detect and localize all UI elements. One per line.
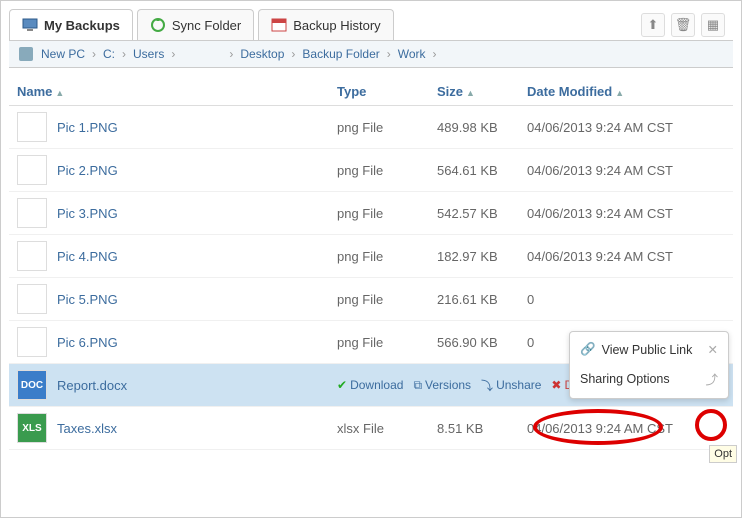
- crumb[interactable]: Backup Folder: [302, 47, 379, 61]
- col-header-name[interactable]: Name▲: [17, 84, 337, 99]
- upload-button[interactable]: ⬆: [641, 13, 665, 37]
- view-public-link[interactable]: 🔗 View Public Link ✕: [570, 336, 728, 363]
- table-row[interactable]: Pic 4.PNG png File 182.97 KB 04/06/2013 …: [9, 235, 733, 278]
- sort-asc-icon: ▲: [466, 88, 475, 98]
- file-name: Pic 4.PNG: [57, 249, 118, 264]
- file-date: 04/06/2013 9:24 AM CST: [527, 206, 725, 221]
- trash-icon: 🗑: [675, 17, 692, 33]
- tab-label: My Backups: [44, 18, 120, 33]
- copy-icon: ⧉: [413, 378, 422, 393]
- col-header-type[interactable]: Type: [337, 84, 437, 99]
- monitor-icon: [22, 17, 38, 33]
- chevron-icon: ›: [171, 47, 175, 61]
- file-name: Report.docx: [57, 378, 127, 393]
- file-type: png File: [337, 335, 437, 350]
- toolbar-right: ⬆ 🗑 ▦: [641, 13, 725, 37]
- file-name: Pic 1.PNG: [57, 120, 118, 135]
- file-date: 0: [527, 292, 725, 307]
- chevron-icon: ›: [122, 47, 126, 61]
- close-icon[interactable]: ✕: [708, 342, 718, 357]
- file-size: 216.61 KB: [437, 292, 527, 307]
- file-date: 04/06/2013 9:24 AM CST: [527, 120, 725, 135]
- breadcrumb: New PC › C: › Users › › Desktop › Backup Fol…: [9, 40, 733, 68]
- file-icon: [17, 241, 47, 271]
- table-row[interactable]: Pic 3.PNG png File 542.57 KB 04/06/2013 …: [9, 192, 733, 235]
- computer-icon: [19, 47, 33, 61]
- file-size: 564.61 KB: [437, 163, 527, 178]
- file-size: 8.51 KB: [437, 421, 527, 436]
- chevron-icon: ›: [291, 47, 295, 61]
- file-size: 182.97 KB: [437, 249, 527, 264]
- file-icon: [17, 155, 47, 185]
- file-icon: [17, 198, 47, 228]
- tab-sync-folder[interactable]: Sync Folder: [137, 9, 254, 40]
- download-action[interactable]: ✔ Download: [337, 378, 403, 392]
- x-icon: ✖: [551, 378, 561, 392]
- chevron-icon: ›: [387, 47, 391, 61]
- table-row[interactable]: Pic 2.PNG png File 564.61 KB 04/06/2013 …: [9, 149, 733, 192]
- crumb[interactable]: Work: [398, 47, 426, 61]
- file-name: Pic 2.PNG: [57, 163, 118, 178]
- file-date: 04/06/2013 9:24 AM CST: [527, 421, 725, 436]
- tooltip: Opt: [709, 445, 737, 463]
- file-icon: [17, 284, 47, 314]
- unshare-icon: ⤵: [481, 377, 493, 394]
- table-row[interactable]: Pic 1.PNG png File 489.98 KB 04/06/2013 …: [9, 106, 733, 149]
- chevron-icon: ›: [229, 47, 233, 61]
- file-icon: [17, 112, 47, 142]
- link-icon: 🔗: [580, 342, 596, 357]
- tab-label: Sync Folder: [172, 18, 241, 33]
- grid-view-button[interactable]: ▦: [701, 13, 725, 37]
- calendar-icon: [271, 17, 287, 33]
- tab-bar: My Backups Sync Folder Backup History: [9, 9, 635, 40]
- chevron-icon: ›: [92, 47, 96, 61]
- tab-backup-history[interactable]: Backup History: [258, 9, 393, 40]
- file-size: 542.57 KB: [437, 206, 527, 221]
- sharing-options[interactable]: Sharing Options ⤴: [570, 363, 728, 394]
- unshare-action[interactable]: ⤵ Unshare: [481, 377, 541, 394]
- file-icon: XLS: [17, 413, 47, 443]
- file-icon: [17, 327, 47, 357]
- file-name: Pic 3.PNG: [57, 206, 118, 221]
- col-header-date[interactable]: Date Modified▲: [527, 84, 725, 99]
- col-header-size[interactable]: Size▲: [437, 84, 527, 99]
- file-icon: DOC: [17, 370, 47, 400]
- sync-icon: [150, 17, 166, 33]
- share-popup: 🔗 View Public Link ✕ Sharing Options ⤴: [569, 331, 729, 399]
- upload-icon: ⬆: [648, 17, 659, 33]
- table-row[interactable]: Pic 5.PNG png File 216.61 KB 0: [9, 278, 733, 321]
- file-type: png File: [337, 163, 437, 178]
- grid-icon: ▦: [707, 17, 719, 33]
- file-type: xlsx File: [337, 421, 437, 436]
- file-date: 04/06/2013 9:24 AM CST: [527, 163, 725, 178]
- file-type: png File: [337, 249, 437, 264]
- file-name: Pic 5.PNG: [57, 292, 118, 307]
- crumb[interactable]: C:: [103, 47, 115, 61]
- file-type: png File: [337, 292, 437, 307]
- file-size: 566.90 KB: [437, 335, 527, 350]
- trash-button[interactable]: 🗑: [671, 13, 695, 37]
- share-icon: ⤴: [705, 369, 718, 388]
- crumb[interactable]: New PC: [41, 47, 85, 61]
- table-row[interactable]: XLS Taxes.xlsx xlsx File 8.51 KB 04/06/20…: [9, 407, 733, 450]
- file-name: Taxes.xlsx: [57, 421, 117, 436]
- crumb[interactable]: Users: [133, 47, 164, 61]
- tab-my-backups[interactable]: My Backups: [9, 9, 133, 40]
- chevron-icon: ›: [433, 47, 437, 61]
- versions-action[interactable]: ⧉ Versions: [413, 378, 471, 393]
- sort-asc-icon: ▲: [615, 88, 624, 98]
- file-type: png File: [337, 206, 437, 221]
- file-type: png File: [337, 120, 437, 135]
- sort-asc-icon: ▲: [55, 88, 64, 98]
- toolbar: My Backups Sync Folder Backup History ⬆ …: [1, 1, 741, 40]
- check-icon: ✔: [337, 378, 347, 392]
- file-size: 489.98 KB: [437, 120, 527, 135]
- tab-label: Backup History: [293, 18, 380, 33]
- file-date: 04/06/2013 9:24 AM CST: [527, 249, 725, 264]
- crumb[interactable]: Desktop: [240, 47, 284, 61]
- file-name: Pic 6.PNG: [57, 335, 118, 350]
- table-header: Name▲ Type Size▲ Date Modified▲: [9, 78, 733, 106]
